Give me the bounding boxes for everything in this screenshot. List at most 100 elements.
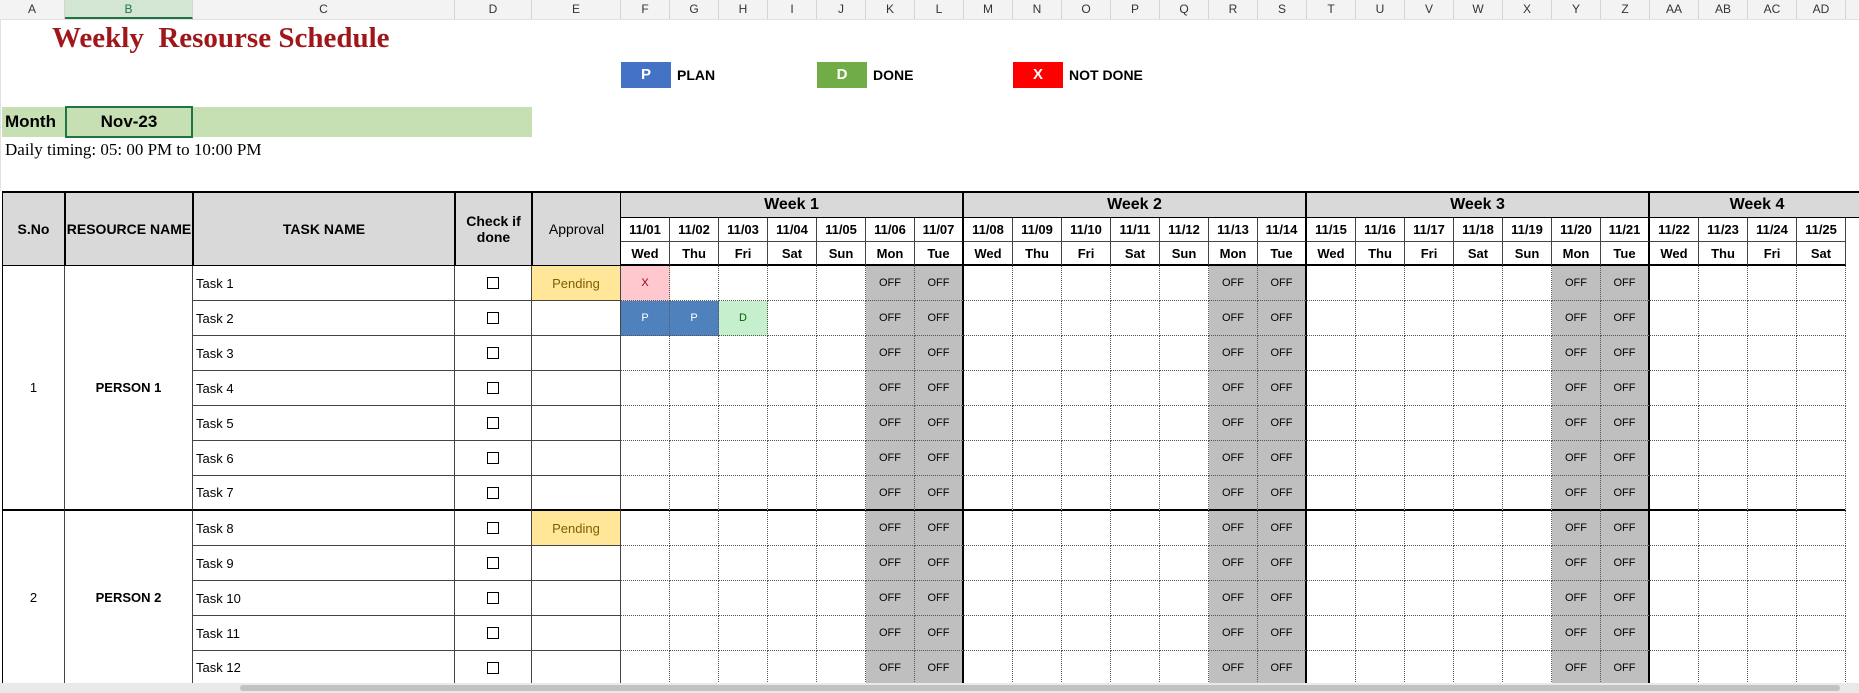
day-cell[interactable] — [1062, 371, 1111, 406]
day-cell[interactable] — [1405, 406, 1454, 441]
day-cell-off[interactable]: OFF — [1552, 406, 1601, 441]
day-cell-off[interactable]: OFF — [915, 406, 964, 441]
day-cell-off[interactable]: OFF — [1601, 266, 1650, 301]
day-cell[interactable] — [1062, 266, 1111, 301]
day-cell[interactable] — [768, 371, 817, 406]
day-cell[interactable] — [1160, 266, 1209, 301]
column-header-ad[interactable]: AD — [1797, 0, 1846, 19]
column-header-n[interactable]: N — [1013, 0, 1062, 19]
day-cell[interactable] — [817, 266, 866, 301]
check-if-done-cell[interactable] — [455, 651, 532, 686]
approval-cell[interactable] — [532, 476, 621, 511]
day-cell[interactable] — [768, 441, 817, 476]
day-cell[interactable] — [1650, 511, 1699, 546]
day-cell[interactable] — [817, 301, 866, 336]
month-value-cell[interactable]: Nov-23 — [65, 106, 193, 138]
day-cell-off[interactable]: OFF — [1258, 616, 1307, 651]
day-cell[interactable] — [1503, 476, 1552, 511]
approval-cell[interactable] — [532, 371, 621, 406]
column-header-l[interactable]: L — [915, 0, 964, 19]
day-cell-off[interactable]: OFF — [866, 616, 915, 651]
column-header-k[interactable]: K — [866, 0, 915, 19]
day-cell[interactable] — [621, 546, 670, 581]
day-cell-off[interactable]: OFF — [1258, 406, 1307, 441]
check-if-done-cell[interactable] — [455, 616, 532, 651]
day-cell[interactable] — [1748, 336, 1797, 371]
day-cell[interactable] — [1650, 546, 1699, 581]
check-if-done-cell[interactable] — [455, 336, 532, 371]
day-cell[interactable] — [1797, 301, 1846, 336]
day-cell-off[interactable]: OFF — [1552, 581, 1601, 616]
day-cell[interactable] — [1454, 441, 1503, 476]
day-cell[interactable] — [1307, 546, 1356, 581]
day-cell[interactable] — [1062, 406, 1111, 441]
check-if-done-cell[interactable] — [455, 581, 532, 616]
day-cell[interactable] — [1797, 266, 1846, 301]
day-cell[interactable] — [1405, 301, 1454, 336]
approval-cell[interactable] — [532, 616, 621, 651]
day-cell[interactable] — [1748, 651, 1797, 686]
day-cell-off[interactable]: OFF — [915, 651, 964, 686]
day-cell[interactable] — [1699, 546, 1748, 581]
day-cell-off[interactable]: OFF — [1258, 476, 1307, 511]
check-if-done-cell[interactable] — [455, 511, 532, 546]
day-cell-off[interactable]: OFF — [1552, 266, 1601, 301]
checkbox[interactable] — [487, 522, 499, 534]
day-cell[interactable] — [1748, 581, 1797, 616]
task-name-cell[interactable]: Task 1 — [193, 266, 455, 301]
day-cell[interactable] — [670, 406, 719, 441]
day-cell-off[interactable]: OFF — [866, 476, 915, 511]
day-cell[interactable] — [1307, 371, 1356, 406]
day-cell[interactable] — [1405, 441, 1454, 476]
day-cell[interactable] — [1748, 301, 1797, 336]
day-cell-off[interactable]: OFF — [1601, 616, 1650, 651]
day-cell[interactable] — [1650, 441, 1699, 476]
day-cell[interactable] — [964, 301, 1013, 336]
day-cell[interactable] — [817, 476, 866, 511]
day-cell[interactable] — [1650, 301, 1699, 336]
day-cell[interactable] — [621, 581, 670, 616]
day-cell[interactable] — [1650, 406, 1699, 441]
checkbox[interactable] — [487, 452, 499, 464]
column-header-i[interactable]: I — [768, 0, 817, 19]
day-cell[interactable] — [1503, 616, 1552, 651]
day-cell[interactable] — [1062, 336, 1111, 371]
day-cell[interactable] — [719, 616, 768, 651]
check-if-done-cell[interactable] — [455, 301, 532, 336]
day-cell-off[interactable]: OFF — [866, 581, 915, 616]
day-cell[interactable] — [1503, 406, 1552, 441]
day-cell[interactable] — [1307, 476, 1356, 511]
day-cell-off[interactable]: OFF — [915, 266, 964, 301]
day-cell[interactable] — [1797, 511, 1846, 546]
approval-cell[interactable] — [532, 301, 621, 336]
day-cell[interactable] — [1307, 651, 1356, 686]
day-cell[interactable] — [1307, 581, 1356, 616]
day-cell-off[interactable]: OFF — [1209, 546, 1258, 581]
day-cell[interactable] — [1111, 336, 1160, 371]
day-cell[interactable] — [670, 616, 719, 651]
day-cell-off[interactable]: OFF — [1601, 581, 1650, 616]
column-header-z[interactable]: Z — [1601, 0, 1650, 19]
checkbox[interactable] — [487, 627, 499, 639]
day-cell-off[interactable]: OFF — [1209, 266, 1258, 301]
day-cell-off[interactable]: OFF — [1552, 546, 1601, 581]
day-cell-mark[interactable]: D — [719, 301, 768, 336]
day-cell[interactable] — [768, 336, 817, 371]
day-cell[interactable] — [1699, 266, 1748, 301]
column-header-b[interactable]: B — [65, 0, 193, 19]
column-header-h[interactable]: H — [719, 0, 768, 19]
day-cell[interactable] — [719, 511, 768, 546]
day-cell[interactable] — [1405, 511, 1454, 546]
day-cell[interactable] — [1160, 406, 1209, 441]
day-cell-off[interactable]: OFF — [1552, 511, 1601, 546]
day-cell[interactable] — [1160, 581, 1209, 616]
day-cell-off[interactable]: OFF — [1258, 546, 1307, 581]
day-cell[interactable] — [621, 336, 670, 371]
day-cell-off[interactable]: OFF — [1552, 441, 1601, 476]
day-cell-off[interactable]: OFF — [1601, 476, 1650, 511]
day-cell[interactable] — [768, 406, 817, 441]
day-cell[interactable] — [1160, 441, 1209, 476]
day-cell[interactable] — [1111, 651, 1160, 686]
day-cell-off[interactable]: OFF — [1258, 301, 1307, 336]
checkbox[interactable] — [487, 592, 499, 604]
